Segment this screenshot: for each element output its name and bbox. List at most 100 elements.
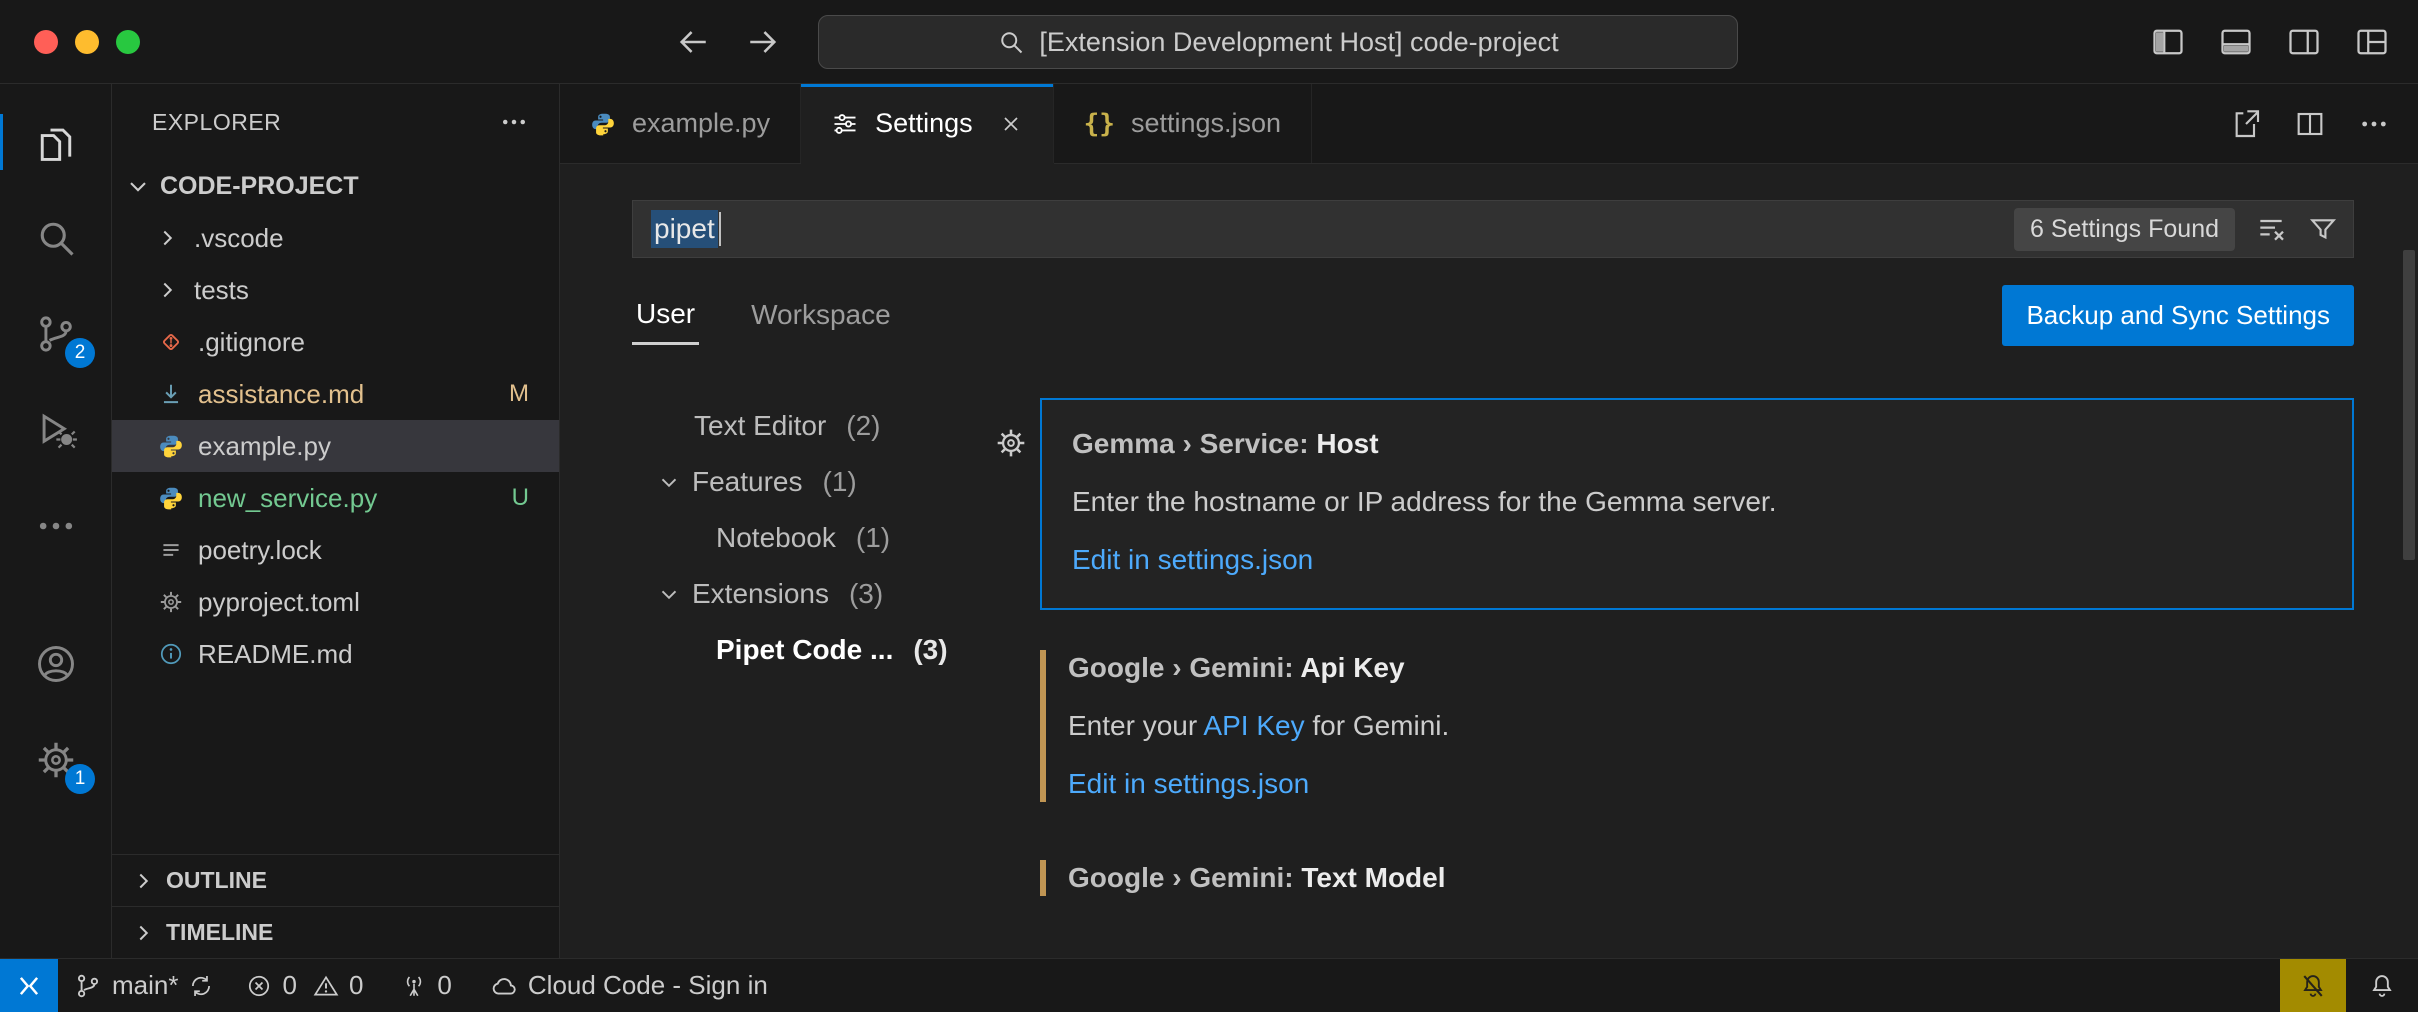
- setting-title: Gemma › Service: Host: [1072, 428, 2322, 460]
- explorer-item-assistance-md[interactable]: assistance.md M: [112, 368, 559, 420]
- settings-list: Gemma › Service: Host Enter the hostname…: [1040, 374, 2354, 958]
- outline-section-header[interactable]: OUTLINE: [112, 854, 559, 906]
- warning-icon: [313, 973, 339, 999]
- titlebar: [Extension Development Host] code-projec…: [0, 0, 2418, 84]
- python-icon: [158, 485, 184, 511]
- cloud-code-status-item[interactable]: Cloud Code - Sign in: [474, 959, 784, 1012]
- chevron-down-icon: [656, 469, 682, 495]
- git-untracked-badge: U: [512, 484, 529, 512]
- explorer-item-pyproject-toml[interactable]: pyproject.toml: [112, 576, 559, 628]
- activity-accounts[interactable]: [0, 616, 111, 712]
- scope-tab-user[interactable]: User: [632, 286, 699, 345]
- explorer-item-gitignore[interactable]: .gitignore: [112, 316, 559, 368]
- toggle-panel-icon[interactable]: [2218, 24, 2254, 60]
- ellipsis-icon: [34, 504, 78, 548]
- notifications-toggle[interactable]: [2346, 959, 2418, 1012]
- zoom-window-button[interactable]: [116, 30, 140, 54]
- history-forward-icon[interactable]: [746, 25, 780, 59]
- explorer-item-tests[interactable]: tests: [112, 264, 559, 316]
- git-modified-badge: M: [509, 380, 529, 408]
- close-window-button[interactable]: [34, 30, 58, 54]
- toc-features[interactable]: Features (1): [632, 454, 1012, 510]
- error-icon: [246, 973, 272, 999]
- tab-settings[interactable]: Settings: [801, 84, 1054, 163]
- activity-run-debug[interactable]: [0, 382, 111, 478]
- ports-status-item[interactable]: 0: [385, 959, 473, 1012]
- activity-search[interactable]: [0, 190, 111, 286]
- tab-bar: example.py Settings {} settings.json: [560, 84, 2418, 164]
- backup-sync-settings-button[interactable]: Backup and Sync Settings: [2002, 285, 2354, 346]
- close-tab-icon[interactable]: [999, 112, 1023, 136]
- editor-more-actions-icon[interactable]: [2358, 108, 2390, 140]
- problems-status-item[interactable]: 0 0: [230, 959, 385, 1012]
- do-not-disturb-toggle[interactable]: [2280, 959, 2346, 1012]
- tab-example-py[interactable]: example.py: [560, 84, 801, 163]
- git-branch-icon: [74, 972, 102, 1000]
- settings-sliders-icon: [831, 110, 859, 138]
- explorer-item-new-service-py[interactable]: new_service.py U: [112, 472, 559, 524]
- download-arrow-icon: [158, 381, 184, 407]
- tab-settings-json[interactable]: {} settings.json: [1054, 84, 1312, 163]
- minimize-window-button[interactable]: [75, 30, 99, 54]
- setting-google-gemini-api-key[interactable]: Google › Gemini: Api Key Enter your API …: [1040, 646, 2354, 806]
- setting-gemma-service-host[interactable]: Gemma › Service: Host Enter the hostname…: [1040, 398, 2354, 610]
- editor-group: example.py Settings {} settings.json: [560, 84, 2418, 958]
- files-icon: [34, 120, 78, 164]
- remote-indicator[interactable]: [0, 959, 58, 1012]
- activity-settings[interactable]: 1: [0, 712, 111, 808]
- history-back-icon[interactable]: [676, 25, 710, 59]
- edit-in-settings-json-link[interactable]: Edit in settings.json: [1068, 768, 1309, 800]
- toc-notebook[interactable]: Notebook (1): [632, 510, 1012, 566]
- open-settings-json-icon[interactable]: [2230, 108, 2262, 140]
- activity-bar: 2 1: [0, 84, 112, 958]
- text-cursor: [719, 212, 721, 246]
- timeline-section-header[interactable]: TIMELINE: [112, 906, 559, 958]
- branch-status-item[interactable]: main*: [58, 959, 230, 1012]
- status-bar: main* 0 0 0 Cloud Code - Sign in: [0, 958, 2418, 1012]
- explorer-item-readme-md[interactable]: README.md: [112, 628, 559, 680]
- explorer-more-actions-icon[interactable]: [499, 107, 529, 137]
- setting-actions-gear-icon[interactable]: [994, 426, 1028, 460]
- results-count-badge: 6 Settings Found: [2014, 208, 2235, 251]
- scope-tab-workspace[interactable]: Workspace: [747, 287, 895, 343]
- settings-editor: pipet 6 Settings Found User Workspace Ba…: [560, 164, 2418, 958]
- bell-slash-icon: [2299, 972, 2327, 1000]
- activity-source-control[interactable]: 2: [0, 286, 111, 382]
- explorer-item-example-py[interactable]: example.py: [112, 420, 559, 472]
- toc-pipet-code[interactable]: Pipet Code ... (3): [632, 622, 1012, 678]
- filter-icon[interactable]: [2307, 213, 2339, 245]
- clear-search-filters-icon[interactable]: [2255, 213, 2287, 245]
- split-editor-icon[interactable]: [2294, 108, 2326, 140]
- toggle-primary-sidebar-icon[interactable]: [2150, 24, 2186, 60]
- edit-in-settings-json-link[interactable]: Edit in settings.json: [1072, 544, 1313, 576]
- explorer-item-poetry-lock[interactable]: poetry.lock: [112, 524, 559, 576]
- chevron-right-icon: [130, 868, 156, 894]
- explorer-root-folder[interactable]: CODE-PROJECT: [112, 160, 559, 212]
- editor-scrollbar[interactable]: [2403, 250, 2415, 560]
- customize-layout-icon[interactable]: [2354, 24, 2390, 60]
- toml-gear-icon: [158, 589, 184, 615]
- explorer-item-vscode[interactable]: .vscode: [112, 212, 559, 264]
- chevron-right-icon: [154, 277, 180, 303]
- search-icon: [997, 28, 1025, 56]
- lock-file-icon: [158, 537, 184, 563]
- setting-title: Google › Gemini: Text Model: [1068, 862, 2324, 894]
- chevron-right-icon: [130, 920, 156, 946]
- settings-search-input[interactable]: pipet 6 Settings Found: [632, 200, 2354, 258]
- toggle-secondary-sidebar-icon[interactable]: [2286, 24, 2322, 60]
- activity-more[interactable]: [0, 478, 111, 574]
- toc-extensions[interactable]: Extensions (3): [632, 566, 1012, 622]
- toc-text-editor[interactable]: Text Editor (2): [632, 398, 1012, 454]
- search-icon: [34, 216, 78, 260]
- activity-explorer[interactable]: [0, 94, 111, 190]
- info-icon: [158, 641, 184, 667]
- python-icon: [590, 111, 616, 137]
- api-key-link[interactable]: API Key: [1203, 710, 1304, 741]
- command-center[interactable]: [Extension Development Host] code-projec…: [818, 15, 1738, 69]
- scm-changes-badge: 2: [65, 338, 95, 368]
- python-icon: [158, 433, 184, 459]
- setting-description: Enter your API Key for Gemini.: [1068, 710, 2324, 742]
- setting-title: Google › Gemini: Api Key: [1068, 652, 2324, 684]
- setting-google-gemini-text-model[interactable]: Google › Gemini: Text Model: [1040, 856, 2354, 900]
- sync-changes-icon[interactable]: [188, 973, 214, 999]
